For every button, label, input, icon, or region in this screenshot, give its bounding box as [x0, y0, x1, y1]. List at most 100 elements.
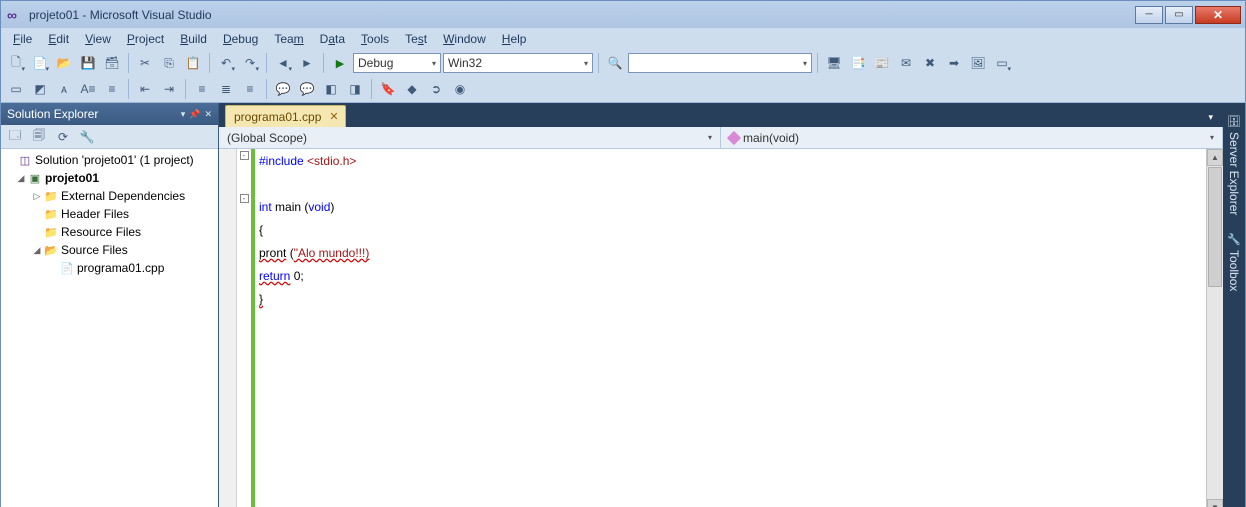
maximize-button[interactable]: ▭	[1165, 6, 1193, 24]
uncomment-button[interactable]: 💬	[296, 78, 318, 100]
tree-project[interactable]: ◢ ▣ projeto01	[1, 169, 218, 187]
folder-open-icon: 📂	[43, 242, 59, 258]
redo-button[interactable]: ↷	[239, 52, 261, 74]
menu-project[interactable]: Project	[119, 30, 172, 48]
expander-icon[interactable]: ◢	[31, 245, 43, 256]
tb-misc2[interactable]: 📑	[847, 52, 869, 74]
save-all-button[interactable]: 🗃	[101, 52, 123, 74]
menu-view[interactable]: View	[77, 30, 119, 48]
tb-misc1[interactable]: 🖥	[823, 52, 845, 74]
se-btn1[interactable]: 🗔	[5, 127, 25, 147]
tb2-13[interactable]: ◧	[320, 78, 342, 100]
code-editor[interactable]: - - #include <stdio.h> int main (void) {…	[219, 149, 1223, 507]
find-combo[interactable]: ▾	[628, 53, 812, 73]
new-project-button[interactable]: 🗋	[5, 52, 27, 74]
tree-header-files[interactable]: 📁 Header Files	[1, 205, 218, 223]
tab-overflow-button[interactable]: ▾	[1204, 108, 1217, 127]
tree-resource-files[interactable]: 📁 Resource Files	[1, 223, 218, 241]
comment-button[interactable]: 💬	[272, 78, 294, 100]
se-properties-button[interactable]: 🔧	[77, 127, 97, 147]
nav-back-button[interactable]: ◄	[272, 52, 294, 74]
vertical-scrollbar[interactable]: ▲ ▼	[1206, 149, 1223, 507]
se-refresh-button[interactable]: ⟳	[53, 127, 73, 147]
collapse-icon[interactable]: -	[240, 194, 249, 203]
cut-button[interactable]: ✂	[134, 52, 156, 74]
tb2-2[interactable]: ◩	[29, 78, 51, 100]
copy-button[interactable]: ⎘	[158, 52, 180, 74]
menu-tools[interactable]: Tools	[353, 30, 397, 48]
open-button[interactable]: 📂	[53, 52, 75, 74]
menu-debug[interactable]: Debug	[215, 30, 266, 48]
workspace: Solution Explorer ▾ 📌 ✕ 🗔 🗐 ⟳ 🔧 ◫ Soluti…	[0, 103, 1246, 507]
tb2-16[interactable]: ◆	[401, 78, 423, 100]
paste-button[interactable]: 📋	[182, 52, 204, 74]
find-in-files-button[interactable]: 🔍	[604, 52, 626, 74]
menu-test[interactable]: Test	[397, 30, 435, 48]
config-combo[interactable]: Debug▾	[353, 53, 441, 73]
tab-close-icon[interactable]: ✕	[329, 110, 338, 123]
add-item-button[interactable]: 📄	[29, 52, 51, 74]
project-icon: ▣	[27, 170, 43, 186]
tb2-3[interactable]: ᴀ	[53, 78, 75, 100]
scroll-down-button[interactable]: ▼	[1207, 499, 1223, 507]
menu-window[interactable]: Window	[435, 30, 494, 48]
side-tabs: 🗄 Server Explorer 🔧 Toolbox	[1223, 103, 1245, 507]
outline-margin: - -	[237, 149, 251, 507]
tb2-18[interactable]: ◉	[449, 78, 471, 100]
editor-area: programa01.cpp ✕ ▾ (Global Scope)▾ main(…	[219, 103, 1223, 507]
scope-combo[interactable]: (Global Scope)▾	[219, 127, 721, 148]
nav-fwd-button[interactable]: ►	[296, 52, 318, 74]
undo-button[interactable]: ↶	[215, 52, 237, 74]
tree-solution[interactable]: ◫ Solution 'projeto01' (1 project)	[1, 151, 218, 169]
scroll-thumb[interactable]	[1208, 167, 1222, 287]
menu-build[interactable]: Build	[172, 30, 215, 48]
tb2-1[interactable]: ▭	[5, 78, 27, 100]
tb-misc7[interactable]: 🖼	[967, 52, 989, 74]
tb2-5[interactable]: ≡	[101, 78, 123, 100]
tb2-4[interactable]: A≡	[77, 78, 99, 100]
member-combo[interactable]: main(void)▾	[721, 127, 1223, 148]
indent-more-button[interactable]: ⇥	[158, 78, 180, 100]
se-btn2[interactable]: 🗐	[29, 127, 49, 147]
panel-menu-icon[interactable]: ▾	[181, 109, 186, 120]
server-explorer-tab[interactable]: 🗄 Server Explorer	[1225, 111, 1243, 219]
minimize-button[interactable]: ─	[1135, 6, 1163, 24]
platform-combo[interactable]: Win32▾	[443, 53, 593, 73]
tb-misc4[interactable]: ✉	[895, 52, 917, 74]
tb2-10[interactable]: ≡	[239, 78, 261, 100]
close-button[interactable]: ✕	[1195, 6, 1241, 24]
menu-team[interactable]: Team	[266, 30, 311, 48]
bookmark-button[interactable]: 🔖	[377, 78, 399, 100]
menu-file[interactable]: File	[5, 30, 40, 48]
file-tab-programa01[interactable]: programa01.cpp ✕	[225, 105, 346, 127]
toolbox-tab[interactable]: 🔧 Toolbox	[1225, 229, 1243, 295]
toolbar-row-2: ▭ ◩ ᴀ A≡ ≡ ⇤ ⇥ ≡ ≣ ≡ 💬 💬 ◧ ◨ 🔖 ◆ ➲ ◉	[1, 76, 1245, 102]
start-debug-button[interactable]: ▶	[329, 52, 351, 74]
collapse-icon[interactable]: -	[240, 151, 249, 160]
tb-misc3[interactable]: 📰	[871, 52, 893, 74]
tree-external-deps[interactable]: ▷ 📁 External Dependencies	[1, 187, 218, 205]
menu-data[interactable]: Data	[312, 30, 353, 48]
tb-misc8[interactable]: ▭	[991, 52, 1013, 74]
save-button[interactable]: 💾	[77, 52, 99, 74]
menu-edit[interactable]: Edit	[40, 30, 77, 48]
scroll-up-button[interactable]: ▲	[1207, 149, 1223, 166]
toolbar-row-1: 🗋 📄 📂 💾 🗃 ✂ ⎘ 📋 ↶ ↷ ◄ ► ▶ Debug▾ Win32▾ …	[1, 50, 1245, 76]
indent-less-button[interactable]: ⇤	[134, 78, 156, 100]
tree-source-files[interactable]: ◢ 📂 Source Files	[1, 241, 218, 259]
tb2-17[interactable]: ➲	[425, 78, 447, 100]
code-text[interactable]: #include <stdio.h> int main (void) { pro…	[255, 149, 1206, 507]
tb2-14[interactable]: ◨	[344, 78, 366, 100]
tb2-9[interactable]: ≣	[215, 78, 237, 100]
menu-help[interactable]: Help	[494, 30, 535, 48]
panel-close-icon[interactable]: ✕	[204, 109, 212, 120]
tb-misc5[interactable]: ✖	[919, 52, 941, 74]
solution-explorer-header: Solution Explorer ▾ 📌 ✕	[1, 103, 218, 125]
expander-icon[interactable]: ▷	[31, 191, 43, 202]
tb2-8[interactable]: ≡	[191, 78, 213, 100]
tb-misc6[interactable]: ➡	[943, 52, 965, 74]
tree-file-programa01[interactable]: 📄 programa01.cpp	[1, 259, 218, 277]
expander-icon[interactable]: ◢	[15, 173, 27, 184]
panel-pin-icon[interactable]: 📌	[189, 109, 200, 120]
window-title: projeto01 - Microsoft Visual Studio	[29, 8, 212, 22]
